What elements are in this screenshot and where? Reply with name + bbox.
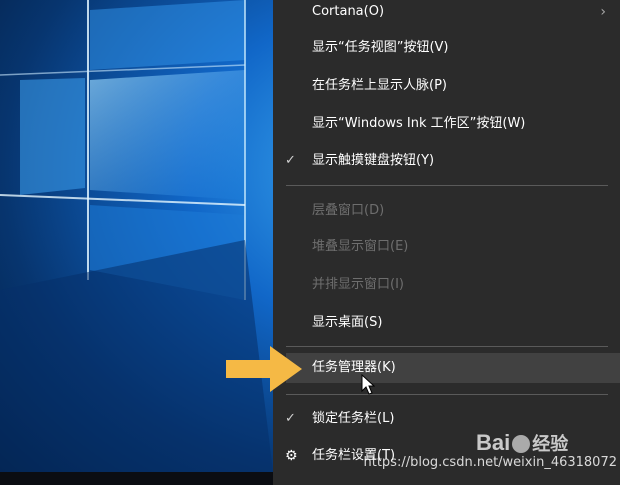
menu-item-show-windows-ink-button[interactable]: 显示“Windows Ink 工作区”按钮(W): [273, 109, 620, 139]
gear-icon: ⚙: [285, 448, 298, 464]
menu-item-label: Cortana(O): [312, 4, 385, 19]
menu-item-label: 层叠窗口(D): [312, 203, 385, 218]
menu-item-label: 并排显示窗口(I): [312, 277, 404, 292]
menu-item-label: 任务管理器(K): [312, 360, 396, 375]
baidu-paw-icon: [512, 435, 531, 454]
screenshot-root: Cortana(O) › 显示“任务视图”按钮(V) 在任务栏上显示人脉(P) …: [0, 0, 620, 485]
menu-item-stack-windows: 堆叠显示窗口(E): [273, 232, 620, 262]
menu-separator: [286, 346, 608, 347]
jingyan-text: 经验: [532, 434, 569, 455]
menu-item-show-people[interactable]: 在任务栏上显示人脉(P): [273, 71, 620, 101]
menu-item-side-by-side-windows: 并排显示窗口(I): [273, 270, 620, 300]
menu-item-cascade-windows: 层叠窗口(D): [273, 196, 620, 226]
menu-item-task-manager[interactable]: 任务管理器(K): [286, 353, 620, 383]
arrow-right-icon: [226, 346, 302, 392]
checkmark-icon: ✓: [285, 411, 296, 426]
baidu-jingyan-watermark: Bai 经验: [476, 430, 606, 456]
menu-separator: [286, 185, 608, 186]
csdn-watermark: https://blog.csdn.net/weixin_46318072: [363, 455, 617, 470]
taskbar-context-menu: Cortana(O) › 显示“任务视图”按钮(V) 在任务栏上显示人脉(P) …: [273, 0, 620, 485]
menu-item-label: 堆叠显示窗口(E): [312, 239, 409, 254]
baidu-logo-text: Bai: [476, 430, 511, 455]
checkmark-icon: ✓: [285, 153, 296, 168]
menu-item-label: 在任务栏上显示人脉(P): [312, 78, 447, 93]
menu-item-show-touch-keyboard-button[interactable]: ✓ 显示触摸键盘按钮(Y): [273, 146, 620, 176]
chevron-right-icon: ›: [600, 4, 606, 20]
menu-item-cortana[interactable]: Cortana(O) ›: [273, 0, 620, 27]
menu-item-label: 显示“Windows Ink 工作区”按钮(W): [312, 116, 526, 131]
mouse-cursor-icon: [361, 374, 375, 395]
menu-separator: [286, 394, 608, 395]
menu-item-label: 锁定任务栏(L): [312, 411, 395, 426]
windows-logo-light-icon: [0, 0, 273, 472]
menu-item-show-desktop[interactable]: 显示桌面(S): [273, 308, 620, 338]
menu-item-show-task-view-button[interactable]: 显示“任务视图”按钮(V): [273, 33, 620, 63]
menu-item-label: 显示“任务视图”按钮(V): [312, 40, 449, 55]
menu-item-label: 显示触摸键盘按钮(Y): [312, 153, 435, 168]
menu-item-label: 显示桌面(S): [312, 315, 383, 330]
